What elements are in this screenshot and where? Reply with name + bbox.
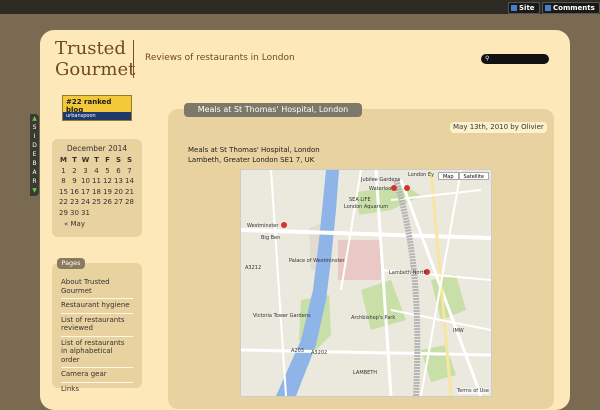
page-link[interactable]: List of restaurants in alphabetical orde… <box>61 337 133 368</box>
arrow-up-icon: ▲ <box>32 115 37 122</box>
map-label: A3202 <box>311 350 328 356</box>
rss-icon <box>545 5 551 11</box>
sidebar-letter: R <box>32 178 37 185</box>
map-label: London Aquarium <box>344 204 389 210</box>
sidebar-letter: B <box>32 160 37 167</box>
sidebar-toggle[interactable]: ▲ S I D E B A R ▼ <box>30 114 39 196</box>
post-date: May 13th, 2010 by Olivier <box>450 122 547 133</box>
map-label: Waterloo <box>369 186 392 192</box>
map-label: Westminster <box>247 223 279 229</box>
map-label: Lambeth North <box>389 270 427 276</box>
pages-list: About Trusted Gourmet Restaurant hygiene… <box>61 276 133 396</box>
map-label: London Ey <box>408 172 435 178</box>
sidebar-letter: I <box>33 133 36 140</box>
calendar-widget: December 2014 MTWTFSS 1234567 8 9 10 11 12 13… <box>52 139 142 237</box>
map-label: Victoria Tower Gardens <box>253 313 311 319</box>
calendar-title: December 2014 <box>66 144 128 153</box>
arrow-down-icon: ▼ <box>32 187 37 194</box>
rss-icon <box>511 5 517 11</box>
page-link[interactable]: About Trusted Gourmet <box>61 276 133 299</box>
search-input[interactable]: ⚲ <box>481 54 549 64</box>
map-label: SEA LIFE <box>349 197 371 203</box>
sidebar-letter: D <box>32 142 37 149</box>
map-button[interactable]: Map <box>437 172 459 180</box>
site-button[interactable]: Site <box>508 2 540 14</box>
map-label: Jubilee Gardens <box>361 177 401 183</box>
map-label: Archbishop's Park <box>351 315 396 321</box>
header-divider <box>133 40 134 78</box>
page-link[interactable]: Restaurant hygiene <box>61 299 133 314</box>
post-address: Meals at St Thomas' Hospital, London Lam… <box>188 146 320 164</box>
sidebar-letter: S <box>32 124 37 131</box>
satellite-button[interactable]: Satellite <box>458 172 489 180</box>
sidebar-letter: A <box>32 169 37 176</box>
search-icon: ⚲ <box>485 55 490 62</box>
embedded-map[interactable]: Map Satellite Jubilee Gardens Waterloo L… <box>240 169 492 397</box>
map-terms-link[interactable]: Terms of Use <box>456 388 489 394</box>
site-title[interactable]: Trusted Gourmet <box>55 38 135 80</box>
calendar-prev-link[interactable]: « May <box>64 220 85 228</box>
map-label: Palace of Westminster <box>289 258 345 264</box>
map-type-control: Map Satellite <box>437 172 489 180</box>
comments-button[interactable]: Comments <box>542 2 600 14</box>
map-label: LAMBETH <box>353 370 378 376</box>
sidebar-letter: E <box>32 151 37 158</box>
top-bar: Site Comments <box>0 0 600 14</box>
map-label: IMW <box>453 328 464 334</box>
page-link[interactable]: Camera gear <box>61 368 133 383</box>
pages-heading: Pages <box>57 258 85 269</box>
page-link[interactable]: List of restaurants reviewed <box>61 314 133 337</box>
map-label: Big Ben <box>261 235 281 241</box>
calendar-table: MTWTFSS 1234567 8 9 10 11 12 13 14 15 16 17 18 19 2… <box>59 156 134 217</box>
map-label: A3212 <box>245 265 262 271</box>
post-title[interactable]: Meals at St Thomas' Hospital, London <box>184 103 362 117</box>
map-label: A203 <box>291 348 304 354</box>
site-tagline: Reviews of restaurants in London <box>145 53 295 63</box>
urbanspoon-badge[interactable]: #22 ranked blog urbanspoon <box>62 95 132 121</box>
page-link[interactable]: Links <box>61 383 133 397</box>
